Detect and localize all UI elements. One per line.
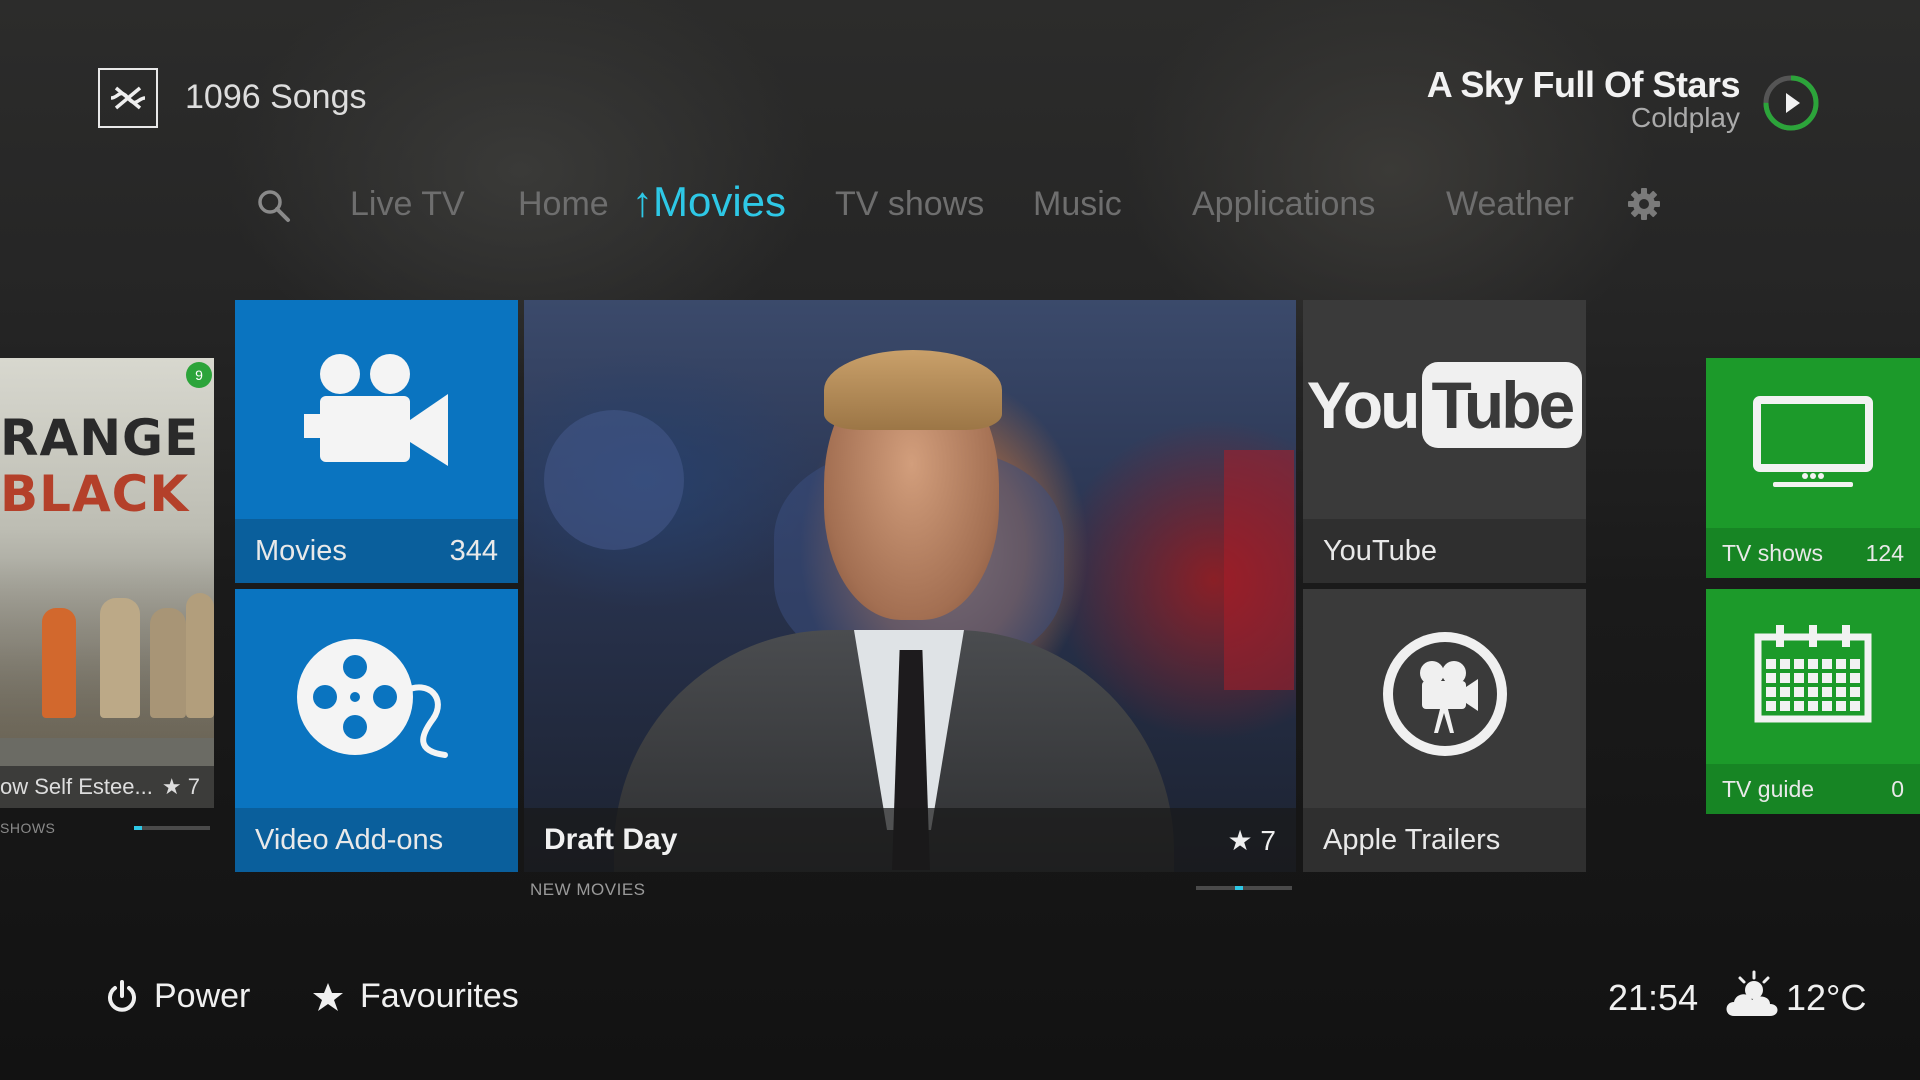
nav-live-tv[interactable]: Live TV <box>350 185 465 224</box>
poster-art: RANGE BLACK <box>0 358 214 738</box>
cloud-sun-icon <box>1726 970 1778 1016</box>
play-icon <box>1786 93 1800 113</box>
camera-circle-icon <box>1382 632 1507 756</box>
apple-trailers-tile-label: Apple Trailers <box>1323 823 1501 856</box>
poster-rating: ★ 7 <box>161 774 200 799</box>
now-playing-artist: Coldplay <box>1631 102 1740 133</box>
nav-weather[interactable]: Weather <box>1446 185 1574 224</box>
apple-trailers-tile[interactable]: Apple Trailers <box>1303 589 1586 872</box>
star-icon <box>313 982 343 1011</box>
tv-guide-tile-label: TV guide <box>1722 775 1815 802</box>
nav-movies[interactable]: ↑Movies <box>632 178 786 226</box>
youtube-tile[interactable]: You Tube YouTube <box>1303 300 1586 583</box>
app-logo[interactable] <box>98 68 158 128</box>
poster-title-line2: BLACK <box>0 465 190 523</box>
nav-applications[interactable]: Applications <box>1192 185 1375 224</box>
calendar-icon <box>1754 625 1872 723</box>
power-icon <box>108 979 136 1012</box>
video-addons-tile[interactable]: Video Add-ons <box>235 589 518 872</box>
poster-title-line1: RANGE <box>0 409 200 467</box>
songs-count: 1096 Songs <box>185 78 367 116</box>
featured-movie-title: Draft Day <box>544 823 678 856</box>
section-label-new-movies: NEW MOVIES <box>530 880 646 899</box>
favourites-button[interactable]: Favourites <box>312 977 519 1016</box>
logo-icon <box>110 86 146 110</box>
tv-shows-tile[interactable]: TV shows 124 <box>1706 358 1920 578</box>
poster-section-label: SHOWS <box>0 820 56 836</box>
movies-tile[interactable]: Movies 344 <box>235 300 518 583</box>
poster-scroll-indicator <box>134 826 142 830</box>
clock: 21:54 <box>1608 977 1699 1018</box>
video-addons-tile-label: Video Add-ons <box>255 823 444 856</box>
nav-music[interactable]: Music <box>1033 185 1122 224</box>
featured-scroll-indicator <box>1235 886 1243 890</box>
movies-tile-label: Movies <box>255 534 347 567</box>
poster-scroll-track <box>134 826 210 830</box>
tv-icon <box>1753 396 1873 487</box>
now-playing-play-button[interactable] <box>1762 74 1820 132</box>
tv-shows-tile-label: TV shows <box>1722 539 1823 566</box>
favourites-label: Favourites <box>360 977 519 1015</box>
unwatched-badge: 9 <box>186 362 212 388</box>
featured-movie-tile[interactable]: Draft Day ★ 7 <box>524 300 1296 872</box>
tv-show-poster[interactable]: RANGE BLACK ow Self Estee... ★ 7 <box>0 358 214 808</box>
tv-shows-tile-count: 124 <box>1865 539 1904 566</box>
film-reel-icon <box>296 639 448 758</box>
featured-scroll-track <box>1196 886 1292 890</box>
power-button[interactable]: Power <box>106 977 250 1016</box>
featured-movie-rating: ★ 7 <box>1227 824 1276 856</box>
now-playing-title: A Sky Full Of Stars <box>1426 64 1741 105</box>
tv-guide-tile-count: 0 <box>1891 775 1904 802</box>
movie-camera-icon <box>303 354 448 466</box>
search-icon[interactable] <box>256 188 292 224</box>
nav-home[interactable]: Home <box>518 185 609 224</box>
poster-episode-title: ow Self Estee... <box>0 774 153 799</box>
movies-tile-count: 344 <box>449 534 498 567</box>
youtube-logo-icon: You Tube <box>1303 362 1586 448</box>
youtube-logo-you: You <box>1306 368 1421 442</box>
youtube-tile-label: YouTube <box>1323 534 1437 567</box>
temperature: 12°C <box>1786 977 1867 1018</box>
tv-guide-tile[interactable]: TV guide 0 <box>1706 589 1920 814</box>
youtube-logo-tube: Tube <box>1421 362 1583 448</box>
nav-tv-shows[interactable]: TV shows <box>835 185 984 224</box>
gear-icon[interactable] <box>1626 186 1662 222</box>
power-label: Power <box>154 977 251 1015</box>
